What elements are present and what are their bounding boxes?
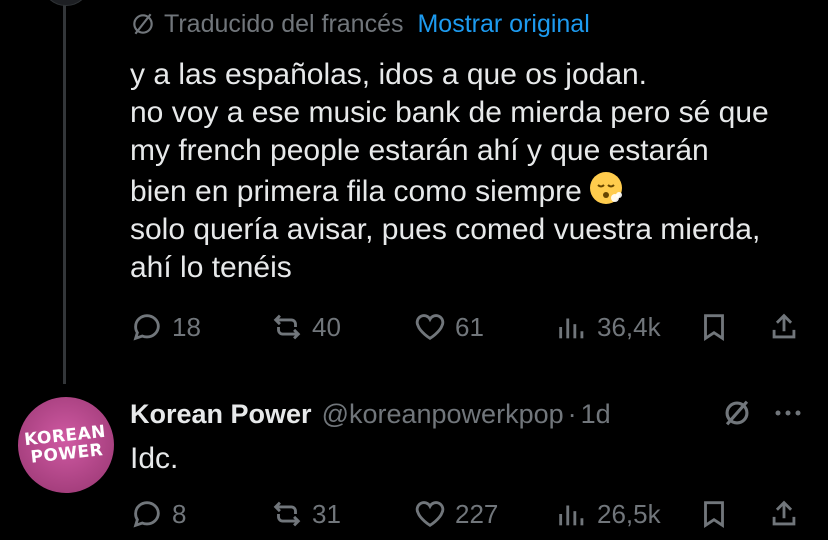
- reply-header: Korean Power @koreanpowerkpop · 1d: [130, 397, 611, 431]
- share-button[interactable]: [767, 310, 801, 344]
- repost-icon: [273, 314, 301, 340]
- face-exhaling-emoji: [589, 172, 622, 204]
- reply-icon: [133, 314, 160, 341]
- views-icon: [559, 318, 584, 339]
- share-icon: [772, 500, 796, 526]
- reply-author-handle[interactable]: @koreanpowerkpop: [322, 399, 564, 430]
- like-count: 61: [455, 311, 484, 342]
- tweet-text-main: y a las españolas, idos a que os jodan. …: [130, 58, 769, 208]
- bookmark-icon: [704, 314, 724, 341]
- views-count: 36,4k: [597, 311, 661, 342]
- reply-button[interactable]: 18: [130, 310, 201, 344]
- views-button[interactable]: 36,4k: [555, 310, 661, 344]
- reply-icon: [133, 501, 160, 528]
- reply-text: Idc.: [130, 442, 179, 475]
- repost-icon: [273, 501, 301, 527]
- repost-button[interactable]: 40: [270, 310, 341, 344]
- heart-icon: [415, 314, 445, 341]
- separator-dot: ·: [567, 398, 577, 429]
- show-original-link[interactable]: Mostrar original: [417, 10, 589, 39]
- reply-reply-count: 8: [172, 498, 187, 529]
- translated-label: Traducido del francés: [164, 9, 404, 38]
- heart-icon: [415, 501, 445, 528]
- like-button[interactable]: 61: [413, 310, 484, 344]
- bookmark-button[interactable]: [697, 310, 731, 344]
- parent-avatar[interactable]: [41, 0, 91, 6]
- reply-reply-button[interactable]: 8: [130, 497, 186, 531]
- thread-connector-line: [63, 0, 66, 384]
- reply-views-button[interactable]: 26,5k: [555, 497, 661, 531]
- reply-like-count: 227: [455, 498, 499, 529]
- reply-repost-count: 31: [312, 498, 341, 529]
- tweet-text: y a las españolas, idos a que os jodan. …: [130, 56, 820, 287]
- reply-repost-button[interactable]: 31: [270, 497, 341, 531]
- reply-avatar[interactable]: KOREAN POWER: [13, 392, 119, 498]
- reply-share-button[interactable]: [767, 497, 801, 531]
- reply-like-button[interactable]: 227: [413, 497, 498, 531]
- repost-count: 40: [312, 311, 341, 342]
- grok-icon[interactable]: [720, 396, 754, 430]
- translate-icon: [133, 13, 153, 35]
- reply-timestamp[interactable]: 1d: [581, 399, 611, 430]
- views-icon: [559, 505, 584, 526]
- translation-bar: Traducido del francés Mostrar original: [130, 8, 590, 40]
- bookmark-icon: [704, 501, 724, 528]
- share-icon: [772, 313, 796, 339]
- reply-views-count: 26,5k: [597, 498, 661, 529]
- reply-author-name[interactable]: Korean Power: [130, 399, 312, 430]
- reply-count: 18: [172, 311, 201, 342]
- more-options-icon[interactable]: [770, 400, 806, 426]
- reply-bookmark-button[interactable]: [697, 497, 731, 531]
- tweet-text-tail: solo quería avisar, pues comed vuestra m…: [130, 213, 761, 284]
